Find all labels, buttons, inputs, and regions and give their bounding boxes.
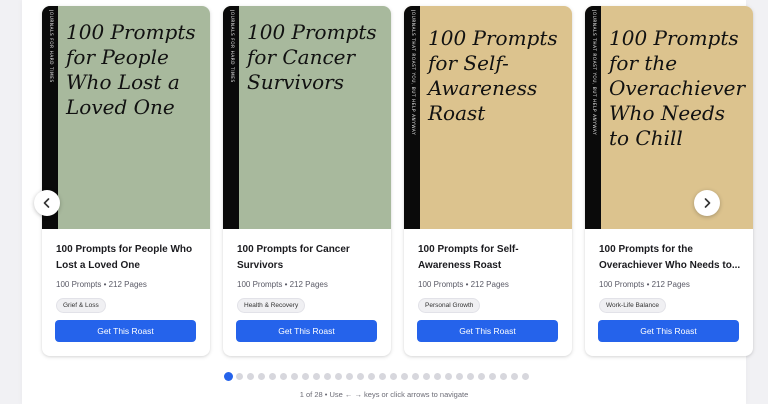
next-arrow-button[interactable] (694, 190, 720, 216)
pagination-dot[interactable] (236, 373, 243, 380)
book-cover[interactable]: Journals that roast you, but help anyway… (404, 6, 572, 229)
book-spine: Journals that roast you, but help anyway (585, 6, 601, 229)
category-tag: Health & Recovery (237, 298, 306, 313)
pagination-dot[interactable] (500, 373, 507, 380)
pagination-dot[interactable] (357, 373, 364, 380)
pagination-dot[interactable] (445, 373, 452, 380)
pagination-dot-active[interactable] (224, 372, 233, 381)
get-roast-button[interactable]: Get This Roast (236, 320, 377, 342)
card-title-line1: 100 Prompts for Self- (418, 244, 519, 255)
card-title[interactable]: 100 Prompts for People Who Lost a Loved … (56, 242, 204, 274)
cover-title: 100 Prompts for People Who Lost a Loved … (66, 20, 196, 119)
cover-title: 100 Prompts for Cancer Survivors (247, 20, 377, 94)
card-title-line2: Overachiever Who Needs to... (599, 260, 741, 271)
get-roast-button[interactable]: Get This Roast (55, 320, 196, 342)
pagination-dot[interactable] (489, 373, 496, 380)
book-card: Journals for hard times 100 Prompts for … (42, 6, 210, 356)
card-title[interactable]: 100 Prompts for the Overachiever Who Nee… (599, 242, 747, 274)
pagination-dot[interactable] (412, 373, 419, 380)
category-tag: Grief & Loss (56, 298, 106, 313)
category-tag: Personal Growth (418, 298, 481, 313)
book-cover[interactable]: Journals for hard times 100 Prompts for … (42, 6, 210, 229)
pagination-dot[interactable] (324, 373, 331, 380)
card-title[interactable]: 100 Prompts for Self- Awareness Roast (418, 242, 566, 274)
pagination-dot[interactable] (511, 373, 518, 380)
card-title-line2: Survivors (237, 260, 284, 271)
spine-text: Journals that roast you, but help anyway (592, 10, 597, 136)
get-roast-button[interactable]: Get This Roast (417, 320, 558, 342)
card-meta: 100 Prompts • 212 Pages (237, 280, 328, 289)
pagination-dot[interactable] (247, 373, 254, 380)
card-title-line1: 100 Prompts for the (599, 244, 693, 255)
pagination-dot[interactable] (368, 373, 375, 380)
pagination-dot[interactable] (291, 373, 298, 380)
pagination-dot[interactable] (390, 373, 397, 380)
spine-text: Journals that roast you, but help anyway (411, 10, 416, 136)
book-card: Journals that roast you, but help anyway… (585, 6, 753, 356)
pagination-dot[interactable] (434, 373, 441, 380)
card-meta: 100 Prompts • 212 Pages (418, 280, 509, 289)
chevron-right-icon (704, 198, 711, 208)
navigation-hint: 1 of 28 • Use ← → keys or click arrows t… (299, 390, 469, 399)
card-body: 100 Prompts for People Who Lost a Loved … (56, 242, 204, 313)
card-meta: 100 Prompts • 212 Pages (599, 280, 690, 289)
book-card: Journals for hard times 100 Prompts for … (223, 6, 391, 356)
cover-title: 100 Prompts for Self-Awareness Roast (428, 26, 558, 125)
prev-arrow-button[interactable] (34, 190, 60, 216)
pagination-dot[interactable] (258, 373, 265, 380)
pagination-dot[interactable] (423, 373, 430, 380)
pagination-dot[interactable] (478, 373, 485, 380)
spine-text: Journals for hard times (230, 10, 235, 83)
card-title-line2: Lost a Loved One (56, 260, 140, 271)
pagination-dot[interactable] (379, 373, 386, 380)
card-title-line2: Awareness Roast (418, 260, 502, 271)
book-cover[interactable]: Journals for hard times 100 Prompts for … (223, 6, 391, 229)
pagination-dot[interactable] (280, 373, 287, 380)
pagination-dot[interactable] (335, 373, 342, 380)
carousel-viewport: Journals for hard times 100 Prompts for … (0, 0, 768, 370)
book-spine: Journals that roast you, but help anyway (404, 6, 420, 229)
book-card: Journals that roast you, but help anyway… (404, 6, 572, 356)
get-roast-button[interactable]: Get This Roast (598, 320, 739, 342)
pagination-dot[interactable] (456, 373, 463, 380)
card-body: 100 Prompts for the Overachiever Who Nee… (599, 242, 747, 313)
book-cover[interactable]: Journals that roast you, but help anyway… (585, 6, 753, 229)
cover-title: 100 Prompts for the Overachiever Who Nee… (609, 26, 746, 150)
card-meta: 100 Prompts • 212 Pages (56, 280, 147, 289)
card-title-line1: 100 Prompts for Cancer (237, 244, 350, 255)
card-title[interactable]: 100 Prompts for Cancer Survivors (237, 242, 385, 274)
book-spine: Journals for hard times (223, 6, 239, 229)
card-body: 100 Prompts for Self- Awareness Roast 10… (418, 242, 566, 313)
pagination-dot[interactable] (522, 373, 529, 380)
pagination-dot[interactable] (401, 373, 408, 380)
category-tag: Work-Life Balance (599, 298, 666, 313)
pagination-dot[interactable] (269, 373, 276, 380)
pagination-dot[interactable] (346, 373, 353, 380)
pagination-dot[interactable] (313, 373, 320, 380)
card-title-line1: 100 Prompts for People Who (56, 244, 193, 255)
pagination-dot[interactable] (467, 373, 474, 380)
card-body: 100 Prompts for Cancer Survivors 100 Pro… (237, 242, 385, 313)
chevron-left-icon (43, 198, 50, 208)
pagination-dot[interactable] (302, 373, 309, 380)
